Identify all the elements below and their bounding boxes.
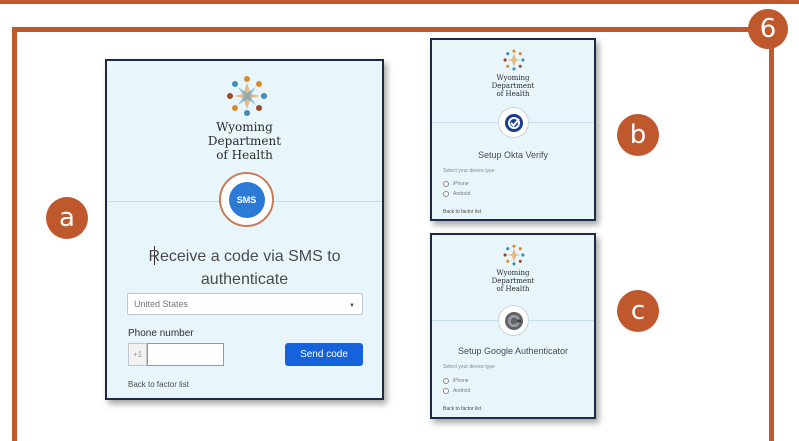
okta-verify-icon (498, 107, 529, 138)
org-line-3: of Health (496, 90, 530, 99)
country-select-value: United States (134, 299, 189, 309)
org-line-1: Wyoming (216, 120, 273, 134)
google-card-title: Setup Google Authenticator (457, 346, 569, 356)
okta-verify-card: Wyoming Department of Health Setup Okta … (430, 38, 596, 221)
radio-button[interactable] (443, 388, 449, 394)
phone-number-input[interactable] (147, 343, 224, 366)
organization-name: Wyoming Department of Health (107, 120, 382, 162)
sms-card-title: Receive a code via SMS to authenticate (107, 245, 382, 291)
sms-bubble-icon: SMS (219, 172, 274, 227)
back-to-factor-list-link[interactable]: Back to factor list (128, 380, 189, 389)
step-badge: 6 (748, 9, 788, 49)
back-to-factor-list-link[interactable]: Back to factor list (443, 209, 481, 215)
radio-button[interactable] (443, 181, 449, 187)
callout-badge-a: a (46, 197, 88, 239)
radio-option-android[interactable]: Android (443, 191, 470, 197)
radio-button[interactable] (443, 191, 449, 197)
device-type-prompt: Select your device type (443, 364, 495, 370)
org-line-2: Department (207, 133, 282, 148)
radio-label: iPhone (453, 181, 469, 187)
google-auth-g-icon (504, 311, 523, 330)
google-authenticator-card: Wyoming Department of Health Setup Googl… (430, 233, 596, 419)
callout-badge-c: c (617, 290, 659, 332)
title-line-1: Receive a code via SMS to (148, 248, 341, 265)
radio-label: iPhone (453, 378, 469, 384)
google-authenticator-icon (498, 305, 529, 336)
wyoming-health-logo-icon (227, 76, 267, 116)
radio-option-android[interactable]: Android (443, 388, 470, 394)
org-line-1: Wyoming (496, 269, 530, 277)
country-code-prefix: +1 (128, 343, 147, 366)
device-type-prompt: Select your device type (443, 168, 495, 174)
radio-option-iphone[interactable]: iPhone (443, 378, 469, 384)
org-line-2: Department (491, 82, 535, 91)
okta-check-icon (504, 113, 523, 132)
wyoming-health-logo-icon (503, 244, 525, 266)
org-line-2: Department (491, 277, 535, 286)
sms-factor-card: Wyoming Department of Health SMS Receive… (105, 59, 384, 400)
back-to-factor-list-link[interactable]: Back to factor list (443, 406, 481, 412)
organization-name: Wyoming Department of Health (432, 269, 594, 293)
organization-name: Wyoming Department of Health (432, 74, 594, 98)
sms-icon-label: SMS (228, 181, 265, 218)
radio-option-iphone[interactable]: iPhone (443, 181, 469, 187)
dropdown-caret-icon: ▼ (349, 303, 355, 309)
title-line-2: authenticate (200, 271, 289, 288)
radio-label: Android (453, 388, 471, 394)
org-line-1: Wyoming (496, 74, 530, 82)
radio-label: Android (453, 191, 471, 197)
send-code-button[interactable]: Send code (285, 343, 363, 366)
callout-badge-b: b (617, 114, 659, 156)
phone-number-label: Phone number (128, 328, 194, 339)
org-line-3: of Health (216, 147, 273, 162)
radio-button[interactable] (443, 378, 449, 384)
wyoming-health-logo-icon (503, 49, 525, 71)
top-rule (0, 0, 799, 4)
country-select[interactable]: United States ▼ (127, 293, 363, 315)
okta-card-title: Setup Okta Verify (477, 150, 549, 160)
org-line-3: of Health (496, 285, 530, 294)
